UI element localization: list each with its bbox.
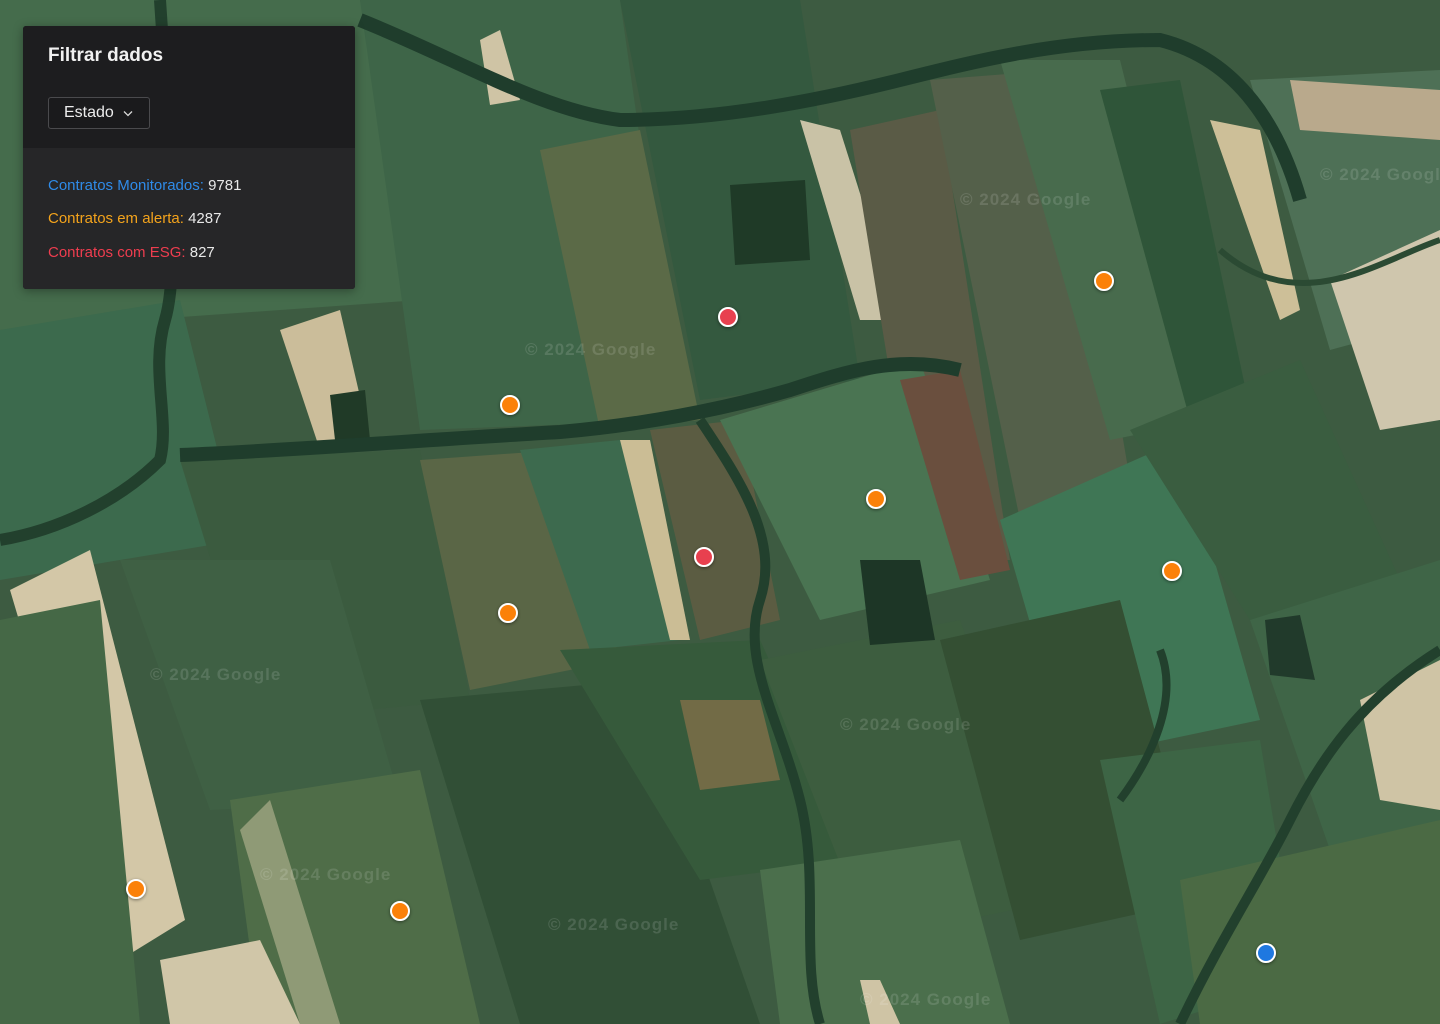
map-marker-alerta[interactable] (126, 879, 146, 899)
map-marker-alerta[interactable] (498, 603, 518, 623)
estado-dropdown[interactable]: Estado (48, 97, 150, 129)
map-marker-alerta[interactable] (866, 489, 886, 509)
stat-contratos-monitorados: Contratos Monitorados: 9781 (48, 177, 241, 194)
chevron-down-icon (123, 110, 133, 116)
map-marker-esg[interactable] (718, 307, 738, 327)
filter-panel: Filtrar dados Estado Contratos Monitorad… (23, 26, 355, 289)
stat-value: 9781 (208, 177, 242, 194)
filter-panel-header: Filtrar dados Estado (23, 26, 355, 148)
stats-list: Contratos Monitorados: 9781 Contratos em… (23, 148, 355, 289)
stat-value: 827 (189, 244, 215, 261)
map-marker-alerta[interactable] (1094, 271, 1114, 291)
estado-dropdown-label: Estado (64, 104, 114, 121)
panel-title: Filtrar dados (48, 45, 164, 66)
map-marker-monitorado[interactable] (1256, 943, 1276, 963)
map-marker-alerta[interactable] (1162, 561, 1182, 581)
stat-label: Contratos em alerta: (48, 210, 184, 227)
stat-contratos-alerta: Contratos em alerta: 4287 (48, 210, 221, 227)
stat-contratos-esg: Contratos com ESG: 827 (48, 244, 215, 261)
stat-label: Contratos Monitorados: (48, 177, 204, 194)
map-marker-esg[interactable] (694, 547, 714, 567)
stat-label: Contratos com ESG: (48, 244, 186, 261)
map-marker-alerta[interactable] (500, 395, 520, 415)
stat-value: 4287 (188, 210, 222, 227)
map-marker-alerta[interactable] (390, 901, 410, 921)
